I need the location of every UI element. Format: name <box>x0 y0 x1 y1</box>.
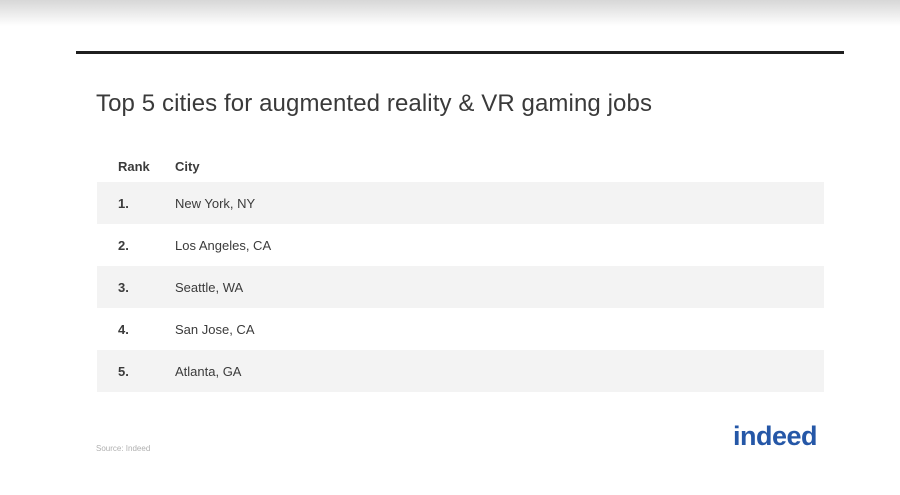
rank-cell: 2. <box>118 237 129 253</box>
table-row: 3. Seattle, WA <box>97 266 824 308</box>
source-note: Source: Indeed <box>96 444 151 453</box>
rank-cell: 1. <box>118 195 129 211</box>
logo-text: indeed <box>733 421 818 451</box>
header-city: City <box>175 158 200 174</box>
city-cell: Atlanta, GA <box>175 363 242 379</box>
top-shade <box>0 0 900 26</box>
city-cell: Seattle, WA <box>175 279 244 295</box>
city-cell: Los Angeles, CA <box>175 237 272 253</box>
city-cell: San Jose, CA <box>175 321 255 337</box>
table-row: 2. Los Angeles, CA <box>97 224 824 266</box>
table-row: 4. San Jose, CA <box>97 308 824 350</box>
rank-cell: 3. <box>118 279 129 295</box>
city-cell: New York, NY <box>175 195 256 211</box>
table-row: 5. Atlanta, GA <box>97 350 824 392</box>
chart-title: Top 5 cities for augmented reality & VR … <box>96 90 653 117</box>
rank-cell: 4. <box>118 321 129 337</box>
table-body: 1. New York, NY 2. Los Angeles, CA 3. Seattle… <box>97 182 824 392</box>
header-rule <box>76 51 844 54</box>
ranking-table: Rank City 1. New York, NY 2. Los Angeles, C… <box>97 150 824 392</box>
table-row: 1. New York, NY <box>97 182 824 224</box>
indeed-logo: indeed <box>733 421 818 452</box>
table-header: Rank City <box>97 150 824 182</box>
rank-cell: 5. <box>118 363 129 379</box>
header-rank: Rank <box>118 158 150 174</box>
